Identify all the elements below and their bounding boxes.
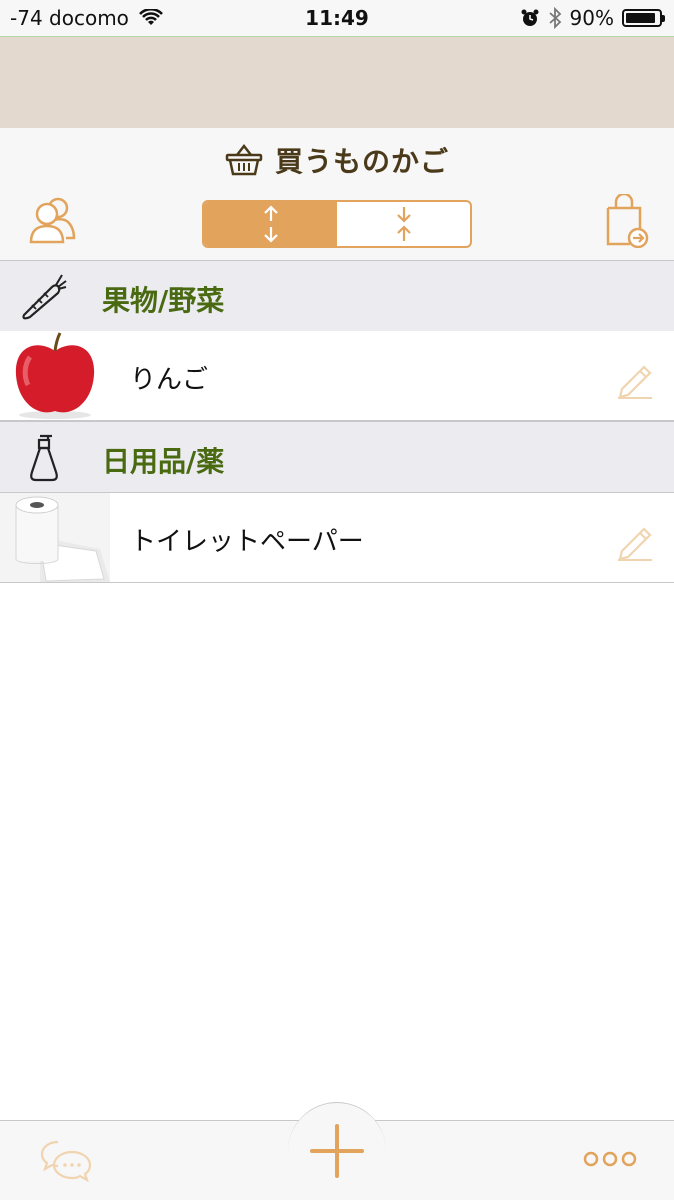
carrot-icon bbox=[22, 274, 67, 320]
title-row: 買うものかご bbox=[0, 140, 674, 180]
edit-button[interactable] bbox=[616, 357, 656, 399]
plus-icon bbox=[310, 1124, 364, 1178]
status-bar: -74 docomo 11:49 90% bbox=[0, 0, 674, 36]
list-item[interactable]: りんご bbox=[0, 331, 674, 421]
page-title: 買うものかご bbox=[274, 145, 449, 178]
toilet-paper-photo bbox=[0, 493, 110, 582]
battery-icon bbox=[622, 9, 665, 27]
alarm-icon bbox=[521, 9, 539, 26]
cart-exit-button[interactable] bbox=[604, 192, 650, 249]
members-button[interactable] bbox=[28, 194, 80, 246]
collapse-arrows-icon bbox=[396, 207, 411, 241]
sort-segmented-control bbox=[202, 200, 472, 248]
expand-arrows-icon bbox=[263, 205, 278, 243]
section-title: 日用品/薬 bbox=[102, 445, 225, 478]
status-right: 90% bbox=[520, 6, 665, 30]
segment-expand[interactable] bbox=[204, 202, 337, 246]
edit-button[interactable] bbox=[616, 519, 656, 561]
pump-bottle-icon bbox=[30, 434, 58, 482]
add-item-button[interactable] bbox=[306, 1120, 368, 1182]
battery-percent: 90% bbox=[569, 6, 614, 30]
members-icon bbox=[29, 197, 76, 244]
section-header-daily-goods[interactable]: 日用品/薬 bbox=[0, 421, 674, 493]
bluetooth-icon bbox=[548, 7, 561, 29]
more-dots-icon bbox=[583, 1151, 637, 1167]
basket-icon bbox=[225, 143, 263, 176]
shopping-bag-exit-icon bbox=[606, 192, 649, 249]
pencil-icon bbox=[618, 365, 652, 399]
chat-button[interactable] bbox=[40, 1138, 92, 1183]
more-button[interactable] bbox=[582, 1148, 638, 1170]
section-header-fruits-vegetables[interactable]: 果物/野菜 bbox=[0, 260, 674, 332]
battery-fill bbox=[626, 13, 655, 23]
list-item[interactable]: トイレットペーパー bbox=[0, 493, 674, 583]
section-title: 果物/野菜 bbox=[102, 284, 225, 317]
pencil-icon bbox=[618, 527, 652, 561]
segment-collapse[interactable] bbox=[337, 202, 470, 246]
item-name: りんご bbox=[130, 365, 209, 395]
item-name: トイレットペーパー bbox=[130, 527, 364, 557]
ad-banner[interactable] bbox=[0, 37, 674, 128]
chat-bubbles-icon bbox=[40, 1140, 92, 1183]
apple-photo bbox=[0, 331, 110, 420]
header: 買うものかご bbox=[0, 128, 674, 260]
